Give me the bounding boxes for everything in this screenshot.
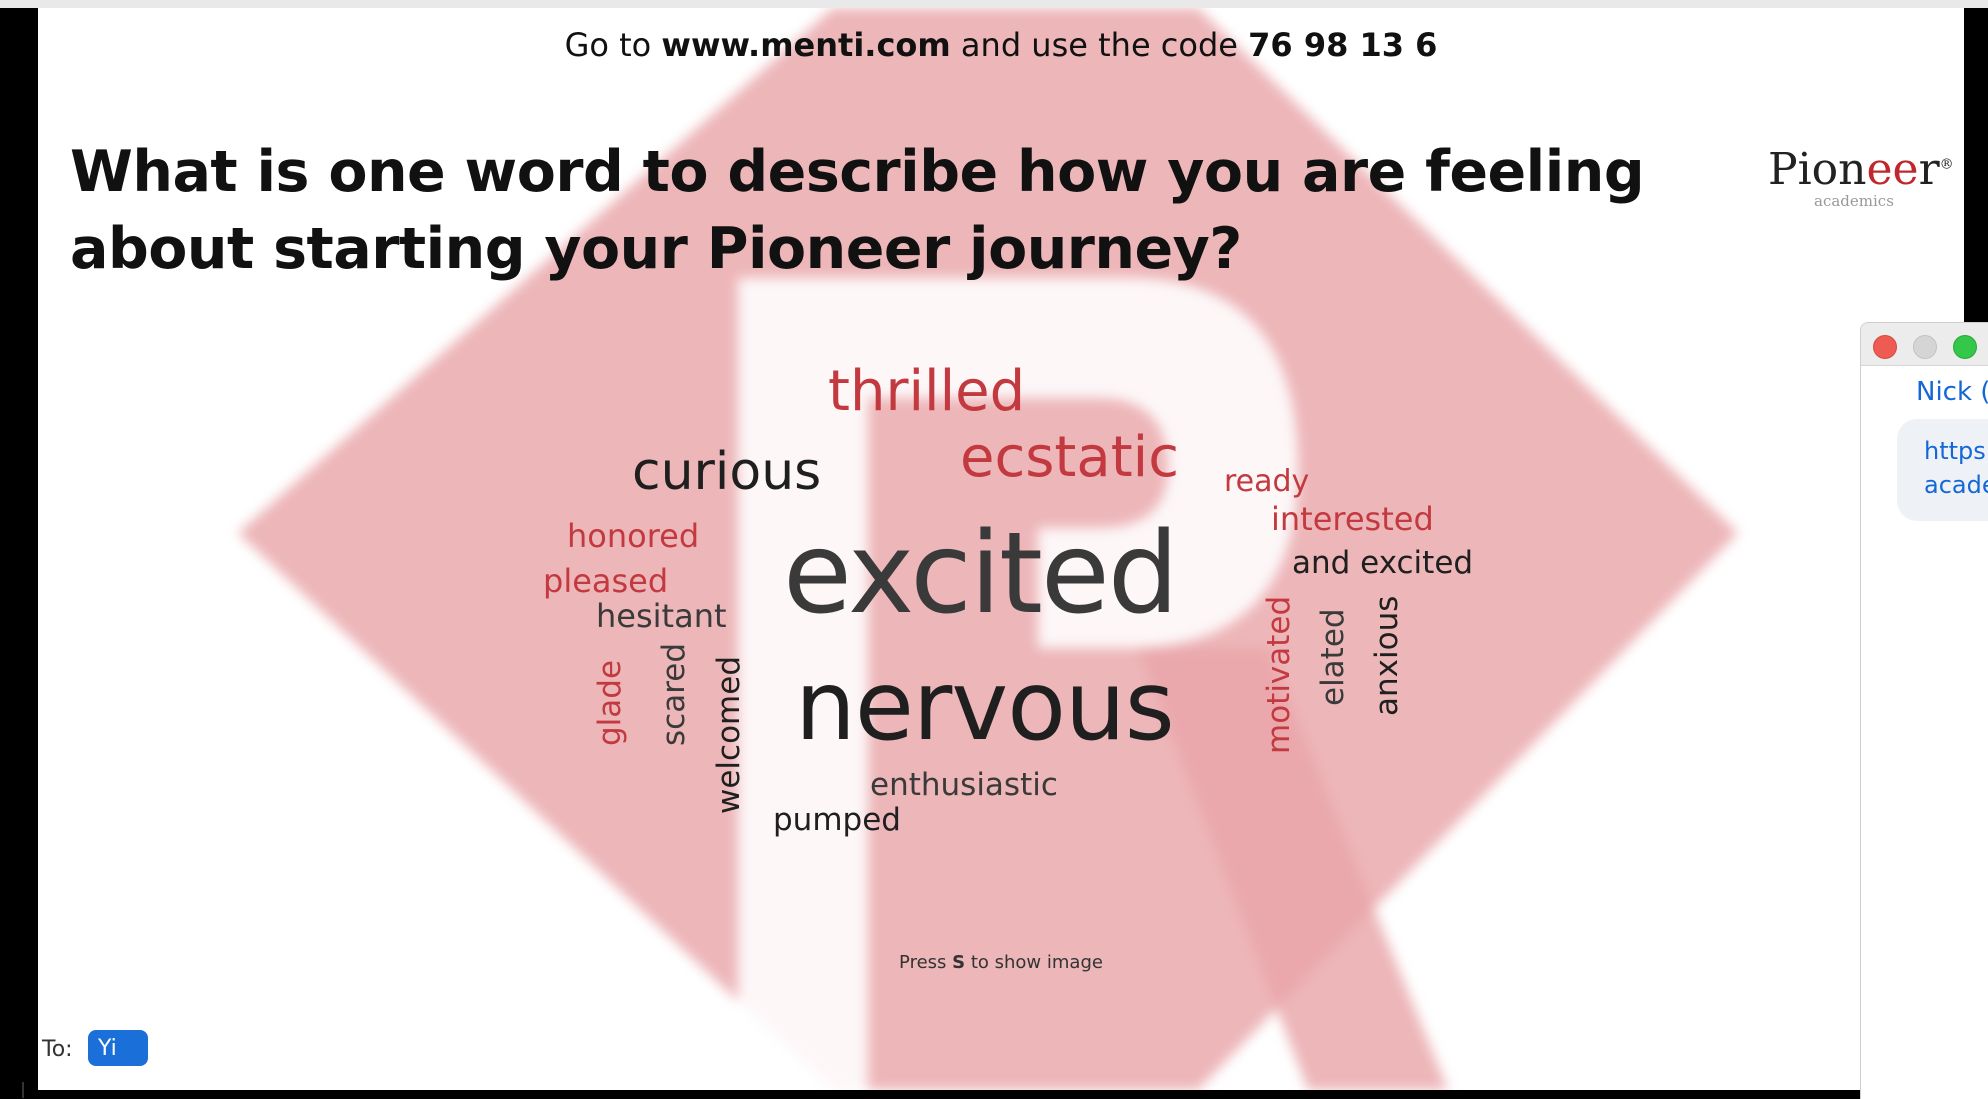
menti-code: 76 98 13 6: [1248, 26, 1438, 64]
brand-trademark: ®: [1939, 156, 1954, 173]
press-key: S: [952, 952, 966, 973]
word-curious: curious: [632, 442, 822, 502]
chat-to-label: To:: [42, 1037, 73, 1062]
minimize-window-button[interactable]: [1913, 335, 1937, 359]
brand-name-start: Pion: [1768, 144, 1867, 195]
word-pumped: pumped: [773, 802, 901, 838]
word-honored: honored: [567, 517, 700, 555]
chat-message-link-line1[interactable]: https: [1924, 437, 1986, 465]
word-pleased: pleased: [543, 562, 669, 600]
instruction-prefix: Go to: [564, 26, 652, 64]
word-excited: excited: [783, 509, 1179, 639]
word-interested: interested: [1271, 500, 1434, 538]
chat-recipient-dropdown[interactable]: [88, 1030, 148, 1066]
word-ready: ready: [1224, 464, 1310, 499]
word-motivated: motivated: [1261, 595, 1297, 754]
word-ecstatic: ecstatic: [960, 425, 1179, 490]
presentation-slide: Go to www.menti.com and use the code 76 …: [38, 8, 1964, 1090]
brand-name-end: r: [1918, 144, 1940, 195]
pioneer-logo: Pioneer®: [1768, 144, 1954, 195]
word-and-excited: and excited: [1292, 545, 1474, 581]
chat-titlebar[interactable]: [1861, 323, 1988, 366]
chat-message-bubble[interactable]: [1897, 419, 1988, 521]
word-enthusiastic: enthusiastic: [870, 767, 1058, 803]
word-nervous: nervous: [795, 650, 1175, 762]
word-elated: elated: [1315, 608, 1351, 706]
chat-sender-name: Nick (: [1916, 377, 1988, 407]
instruction-middle: and use the code: [960, 26, 1238, 64]
brand-name-ee: ee: [1866, 144, 1919, 195]
word-scared: scared: [656, 642, 692, 746]
chat-input-caret[interactable]: [22, 1082, 24, 1098]
word-hesitant: hesitant: [596, 597, 727, 635]
instruction-text: Go to www.menti.com and use the code 76 …: [38, 26, 1964, 64]
top-strip: [0, 0, 1988, 8]
menti-url: www.menti.com: [661, 26, 951, 64]
word-thrilled: thrilled: [828, 359, 1026, 424]
close-window-button[interactable]: [1873, 335, 1897, 359]
pioneer-logo-subtitle: academics: [1814, 192, 1894, 210]
press-key-hint: Press S to show image: [38, 952, 1964, 973]
word-glade: glade: [592, 659, 628, 746]
press-prefix: Press: [899, 952, 947, 973]
press-suffix: to show image: [970, 952, 1103, 973]
question-title: What is one word to describe how you are…: [70, 139, 1645, 282]
chat-message-link-line2[interactable]: acade: [1924, 471, 1988, 499]
chat-recipient-value[interactable]: Yi: [98, 1036, 117, 1061]
maximize-window-button[interactable]: [1953, 335, 1977, 359]
chat-window[interactable]: Nick ( https acade: [1860, 322, 1988, 1099]
word-anxious: anxious: [1369, 595, 1405, 716]
word-welcomed: welcomed: [711, 656, 747, 814]
